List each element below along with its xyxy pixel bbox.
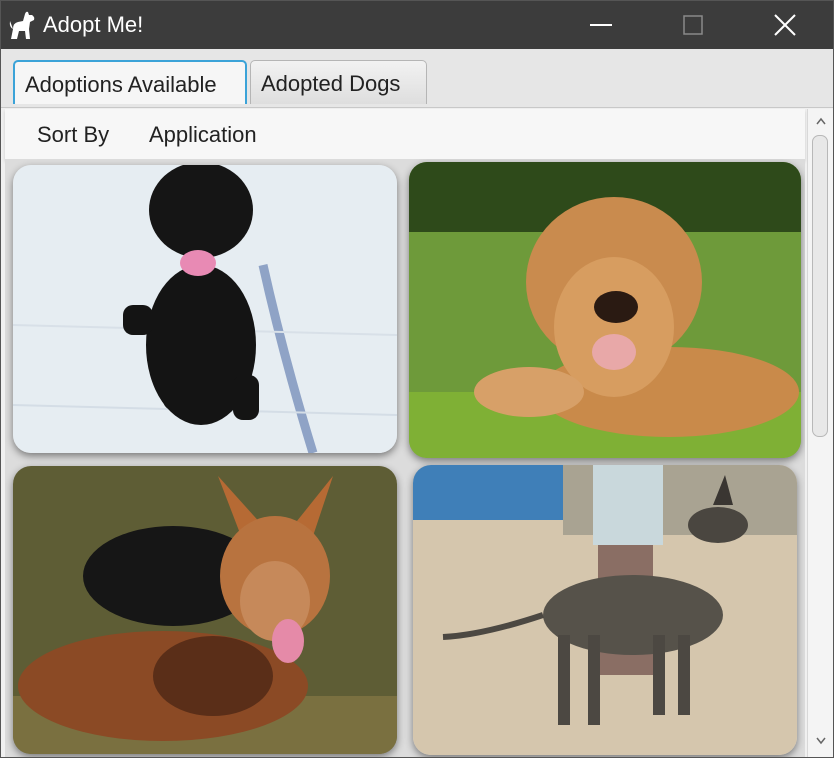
dog-gallery bbox=[5, 159, 805, 757]
tab-bar: Adoptions Available Adopted Dogs bbox=[1, 49, 833, 108]
tab-adoptions-available[interactable]: Adoptions Available bbox=[13, 60, 247, 104]
black-pug-photo bbox=[13, 165, 397, 453]
dog-app-icon bbox=[9, 11, 35, 39]
menu-application[interactable]: Application bbox=[149, 122, 257, 148]
menu-sort-by[interactable]: Sort By bbox=[37, 122, 109, 148]
golden-retriever-photo bbox=[409, 162, 801, 458]
german-shepherd-photo bbox=[13, 466, 397, 754]
great-dane-photo bbox=[413, 465, 797, 755]
dog-card-golden-retriever[interactable] bbox=[409, 162, 801, 458]
dog-card-german-shepherd[interactable] bbox=[13, 466, 397, 754]
dog-card-great-dane[interactable] bbox=[413, 465, 797, 755]
close-button[interactable] bbox=[740, 1, 832, 49]
tab-adopted-dogs[interactable]: Adopted Dogs bbox=[250, 60, 427, 104]
minimize-icon bbox=[590, 24, 612, 26]
close-icon bbox=[774, 14, 796, 36]
vertical-scrollbar[interactable] bbox=[807, 109, 833, 757]
maximize-button[interactable] bbox=[648, 1, 740, 49]
app-window: Adopt Me! Adoptions Available Adopted Do… bbox=[0, 0, 834, 758]
window-title: Adopt Me! bbox=[43, 12, 144, 37]
dog-card-pug[interactable] bbox=[13, 165, 397, 453]
chevron-up-icon[interactable] bbox=[816, 117, 826, 125]
maximize-icon bbox=[683, 15, 703, 35]
menu-bar: Sort By Application bbox=[5, 109, 805, 160]
scrollbar-thumb[interactable] bbox=[812, 135, 828, 437]
minimize-button[interactable] bbox=[556, 1, 648, 49]
chevron-down-icon[interactable] bbox=[816, 737, 826, 745]
title-bar[interactable]: Adopt Me! bbox=[1, 1, 833, 49]
